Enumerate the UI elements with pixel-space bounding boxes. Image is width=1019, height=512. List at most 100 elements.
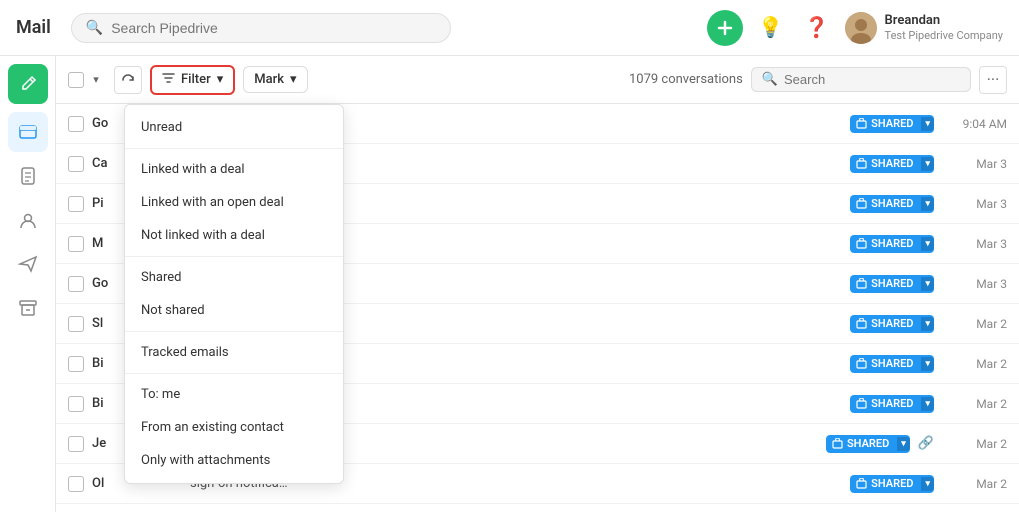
filter-option-shared[interactable]: Shared xyxy=(125,261,343,294)
refresh-button[interactable] xyxy=(114,66,142,94)
shared-badge[interactable]: SHARED ▾ xyxy=(850,315,934,333)
divider xyxy=(125,331,343,332)
global-search-bar[interactable]: 🔍 xyxy=(71,13,451,43)
email-time: Mar 2 xyxy=(942,477,1007,491)
mark-label: Mark xyxy=(254,72,284,87)
shared-badge[interactable]: SHARED ▾ xyxy=(850,275,934,293)
shared-label: SHARED xyxy=(871,197,913,210)
email-checkbox[interactable] xyxy=(68,276,84,292)
shared-dropdown-icon[interactable]: ▾ xyxy=(921,197,934,211)
shared-label: SHARED xyxy=(871,357,913,370)
attachment-icon: 🔗 xyxy=(918,436,934,451)
select-all-checkbox[interactable] xyxy=(68,72,84,88)
sidebar-item-contacts[interactable] xyxy=(8,200,48,240)
shared-badge[interactable]: SHARED ▾ xyxy=(850,475,934,493)
email-checkbox[interactable] xyxy=(68,476,84,492)
divider xyxy=(125,373,343,374)
shared-badge[interactable]: SHARED ▾ xyxy=(850,195,934,213)
shared-dropdown-icon[interactable]: ▾ xyxy=(921,237,934,251)
mark-button[interactable]: Mark ▾ xyxy=(243,66,307,93)
filter-button[interactable]: Filter ▾ xyxy=(150,65,235,95)
filter-chevron-icon: ▾ xyxy=(217,72,224,87)
shared-badge[interactable]: SHARED ▾ xyxy=(850,395,934,413)
filter-option-linked-open-deal[interactable]: Linked with an open deal xyxy=(125,186,343,219)
lightbulb-button[interactable]: 💡 xyxy=(753,10,789,46)
email-time: Mar 2 xyxy=(942,437,1007,451)
email-time: Mar 2 xyxy=(942,357,1007,371)
filter-option-to-me[interactable]: To: me xyxy=(125,378,343,411)
filter-option-not-shared[interactable]: Not shared xyxy=(125,294,343,327)
filter-option-tracked[interactable]: Tracked emails xyxy=(125,336,343,369)
email-row[interactable]: Go rity alert New … SHARED ▾ Mar 2 xyxy=(56,504,1019,512)
sidebar xyxy=(0,56,56,512)
email-checkbox[interactable] xyxy=(68,116,84,132)
shared-label: SHARED xyxy=(871,157,913,170)
email-checkbox[interactable] xyxy=(68,396,84,412)
email-checkbox[interactable] xyxy=(68,196,84,212)
toolbar-search-bar[interactable]: 🔍 xyxy=(751,67,971,92)
mark-chevron-icon: ▾ xyxy=(290,72,297,87)
filter-option-existing-contact[interactable]: From an existing contact xyxy=(125,411,343,444)
toolbar-search-icon: 🔍 xyxy=(762,72,778,87)
shared-badge[interactable]: SHARED ▾ xyxy=(826,435,910,453)
shared-label: SHARED xyxy=(847,437,889,450)
select-chevron[interactable]: ▾ xyxy=(86,70,106,90)
user-avatar-area[interactable]: Breandan Test Pipedrive Company xyxy=(845,12,1003,44)
sidebar-item-inbox[interactable] xyxy=(8,112,48,152)
email-checkbox[interactable] xyxy=(68,236,84,252)
conversations-count: 1079 conversations xyxy=(629,72,743,87)
divider xyxy=(125,148,343,149)
sidebar-item-edit[interactable] xyxy=(8,64,48,104)
toolbar-search-input[interactable] xyxy=(784,72,960,87)
shared-label: SHARED xyxy=(871,317,913,330)
email-time: 9:04 AM xyxy=(942,117,1007,131)
email-time: Mar 3 xyxy=(942,237,1007,251)
filter-option-not-linked-deal[interactable]: Not linked with a deal xyxy=(125,219,343,252)
select-all-wrap[interactable]: ▾ xyxy=(68,70,106,90)
toolbar: ▾ Filter ▾ Mark ▾ xyxy=(56,56,1019,104)
global-search-input[interactable] xyxy=(111,20,436,36)
filter-label: Filter xyxy=(181,72,211,87)
shared-dropdown-icon[interactable]: ▾ xyxy=(921,277,934,291)
shared-dropdown-icon[interactable]: ▾ xyxy=(921,157,934,171)
main-content: ▾ Filter ▾ Mark ▾ xyxy=(56,56,1019,512)
avatar xyxy=(845,12,877,44)
help-button[interactable]: ❓ xyxy=(799,10,835,46)
filter-option-unread[interactable]: Unread xyxy=(125,111,343,144)
email-checkbox[interactable] xyxy=(68,316,84,332)
more-options-button[interactable]: ··· xyxy=(979,66,1007,94)
email-checkbox[interactable] xyxy=(68,436,84,452)
shared-dropdown-icon[interactable]: ▾ xyxy=(921,357,934,371)
email-checkbox[interactable] xyxy=(68,356,84,372)
shared-dropdown-icon[interactable]: ▾ xyxy=(921,317,934,331)
filter-option-with-attachments[interactable]: Only with attachments xyxy=(125,444,343,477)
shared-badge[interactable]: SHARED ▾ xyxy=(850,155,934,173)
topnav: Mail 🔍 💡 ❓ Breandan Test Pipedrive Compa… xyxy=(0,0,1019,56)
shared-dropdown-icon[interactable]: ▾ xyxy=(897,437,910,451)
divider xyxy=(125,256,343,257)
sidebar-item-send[interactable] xyxy=(8,244,48,284)
email-time: Mar 3 xyxy=(942,197,1007,211)
email-time: Mar 2 xyxy=(942,317,1007,331)
shared-badge[interactable]: SHARED ▾ xyxy=(850,235,934,253)
shared-dropdown-icon[interactable]: ▾ xyxy=(921,117,934,131)
layout: ▾ Filter ▾ Mark ▾ xyxy=(0,56,1019,512)
sidebar-item-archive[interactable] xyxy=(8,288,48,328)
shared-badge[interactable]: SHARED ▾ xyxy=(850,115,934,133)
sidebar-item-documents[interactable] xyxy=(8,156,48,196)
email-time: Mar 3 xyxy=(942,277,1007,291)
user-company: Test Pipedrive Company xyxy=(885,29,1003,42)
search-icon: 🔍 xyxy=(86,20,103,36)
shared-badge[interactable]: SHARED ▾ xyxy=(850,355,934,373)
email-time: Mar 3 xyxy=(942,157,1007,171)
user-info: Breandan Test Pipedrive Company xyxy=(885,13,1003,42)
app-title: Mail xyxy=(16,17,51,38)
email-checkbox[interactable] xyxy=(68,156,84,172)
filter-option-linked-deal[interactable]: Linked with a deal xyxy=(125,153,343,186)
shared-dropdown-icon[interactable]: ▾ xyxy=(921,397,934,411)
filter-dropdown: Unread Linked with a deal Linked with an… xyxy=(124,104,344,484)
shared-dropdown-icon[interactable]: ▾ xyxy=(921,477,934,491)
filter-icon xyxy=(162,72,175,88)
user-name: Breandan xyxy=(885,13,1003,29)
add-button[interactable] xyxy=(707,10,743,46)
